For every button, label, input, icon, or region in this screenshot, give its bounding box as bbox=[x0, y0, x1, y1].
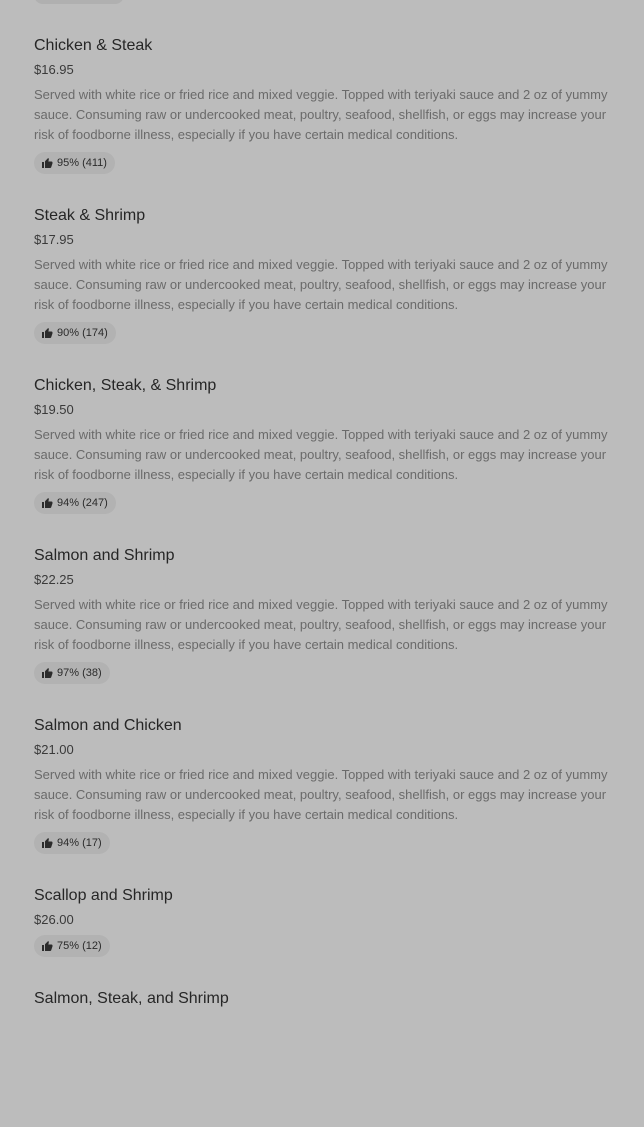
menu-item-description: Served with white rice or fried rice and… bbox=[34, 257, 608, 312]
thumbs-up-icon bbox=[41, 157, 53, 169]
rating-badge: 97% (38) bbox=[34, 662, 110, 684]
rating-text: 75% (12) bbox=[57, 940, 102, 952]
thumbs-up-icon bbox=[41, 667, 53, 679]
rating-badge: 75% (12) bbox=[34, 935, 110, 957]
thumbs-up-icon bbox=[41, 327, 53, 339]
menu-item[interactable]: Salmon, Steak, and Shrimp bbox=[34, 989, 618, 1009]
menu-item-description: Served with white rice or fried rice and… bbox=[34, 597, 608, 652]
menu-item-price: $21.00 bbox=[34, 742, 74, 757]
menu-item-name: Salmon, Steak, and Shrimp bbox=[34, 990, 229, 1007]
menu-item-price: $16.95 bbox=[34, 62, 74, 77]
menu-item[interactable]: Chicken, Steak, & Shrimp $19.50 Served w… bbox=[34, 376, 618, 514]
menu-item-name: Scallop and Shrimp bbox=[34, 887, 173, 904]
menu-item-price: $17.95 bbox=[34, 232, 74, 247]
previous-item-rating-badge bbox=[34, 0, 124, 4]
menu-item[interactable]: Salmon and Chicken $21.00 Served with wh… bbox=[34, 716, 618, 854]
rating-text: 95% (411) bbox=[57, 157, 107, 169]
menu-item[interactable]: Scallop and Shrimp $26.00 75% (12) bbox=[34, 886, 618, 957]
menu-item[interactable]: Steak & Shrimp $17.95 Served with white … bbox=[34, 206, 618, 344]
menu-item[interactable]: Salmon and Shrimp $22.25 Served with whi… bbox=[34, 546, 618, 684]
rating-text: 94% (17) bbox=[57, 837, 102, 849]
rating-badge: 95% (411) bbox=[34, 152, 115, 174]
thumbs-up-icon bbox=[41, 837, 53, 849]
rating-badge: 94% (247) bbox=[34, 492, 116, 514]
menu-item-name: Chicken & Steak bbox=[34, 37, 153, 54]
thumbs-up-icon bbox=[41, 940, 53, 952]
rating-badge: 94% (17) bbox=[34, 832, 110, 854]
thumbs-up-icon bbox=[41, 497, 53, 509]
menu-item-name: Chicken, Steak, & Shrimp bbox=[34, 377, 217, 394]
menu-item-list: Chicken & Steak $16.95 Served with white… bbox=[34, 36, 618, 1041]
rating-text: 90% (174) bbox=[57, 327, 108, 339]
menu-item-price: $19.50 bbox=[34, 402, 74, 417]
menu-item[interactable]: Chicken & Steak $16.95 Served with white… bbox=[34, 36, 618, 174]
menu-item-price: $26.00 bbox=[34, 912, 74, 927]
menu-item-description: Served with white rice or fried rice and… bbox=[34, 427, 608, 482]
rating-badge: 90% (174) bbox=[34, 322, 116, 344]
menu-item-name: Salmon and Chicken bbox=[34, 717, 182, 734]
menu-item-description: Served with white rice or fried rice and… bbox=[34, 87, 608, 142]
menu-item-name: Steak & Shrimp bbox=[34, 207, 146, 224]
menu-item-price: $22.25 bbox=[34, 572, 74, 587]
rating-text: 94% (247) bbox=[57, 497, 108, 509]
menu-item-name: Salmon and Shrimp bbox=[34, 547, 175, 564]
menu-item-description: Served with white rice or fried rice and… bbox=[34, 767, 608, 822]
rating-text: 97% (38) bbox=[57, 667, 102, 679]
